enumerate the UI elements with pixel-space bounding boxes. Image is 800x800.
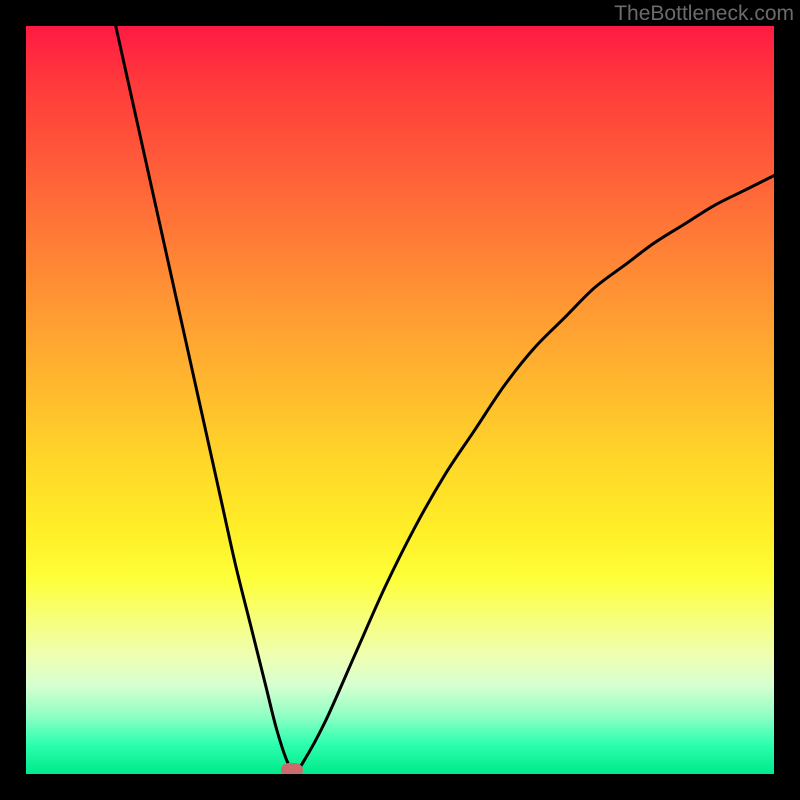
watermark-text: TheBottleneck.com (614, 2, 794, 26)
bottleneck-curve (26, 26, 774, 774)
chart-frame: TheBottleneck.com (0, 0, 800, 800)
optimal-point-marker (281, 763, 303, 774)
plot-area (26, 26, 774, 774)
